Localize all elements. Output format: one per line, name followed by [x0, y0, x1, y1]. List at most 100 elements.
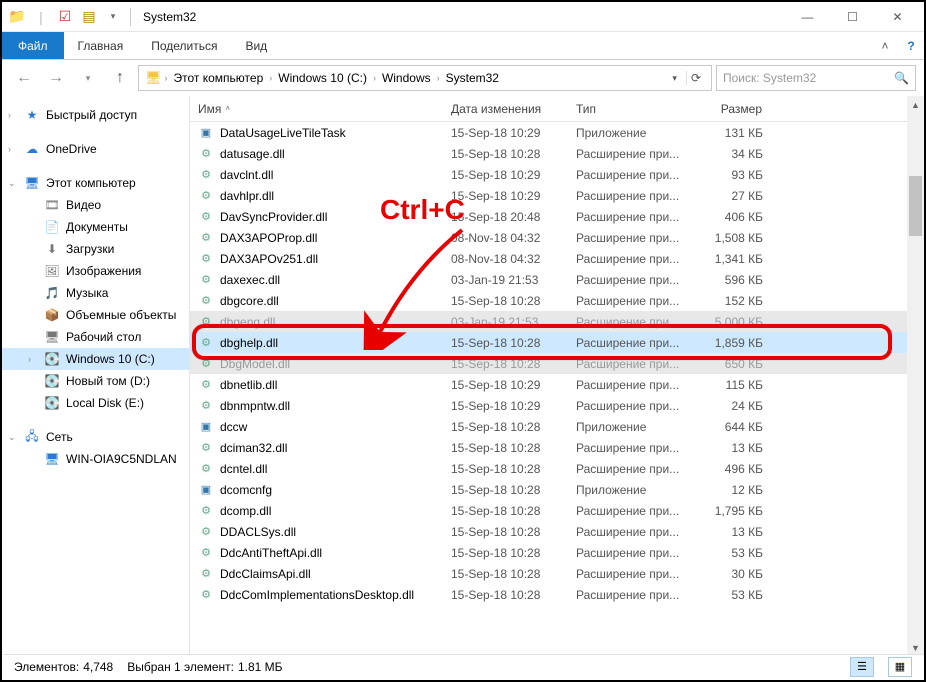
chevron-right-icon[interactable]: › [8, 144, 11, 154]
sidebar-item[interactable]: 🖥WIN-OIA9C5NDLAN [2, 448, 189, 470]
file-row[interactable]: ⚙DAX3APOv251.dll08-Nov-18 04:32Расширени… [190, 248, 924, 269]
file-row[interactable]: ⚙daxexec.dll03-Jan-19 21:53Расширение пр… [190, 269, 924, 290]
close-button[interactable]: ✕ [875, 3, 920, 31]
minimize-button[interactable]: — [785, 3, 830, 31]
file-date: 15-Sep-18 10:28 [443, 567, 568, 581]
ribbon-collapse-icon[interactable]: ˄ [872, 32, 898, 59]
sidebar-item[interactable]: 🎵Музыка [2, 282, 189, 304]
chevron-right-icon[interactable]: › [269, 73, 272, 83]
nav-up-button[interactable]: ↑ [106, 65, 134, 91]
sidebar-item-quick-access[interactable]: › ★ Быстрый доступ [2, 104, 189, 126]
file-name: datusage.dll [220, 147, 285, 161]
file-row[interactable]: ⚙DDACLSys.dll15-Sep-18 10:28Расширение п… [190, 521, 924, 542]
file-type: Расширение при... [568, 168, 693, 182]
file-row[interactable]: ▣dccw15-Sep-18 10:28Приложение644 КБ [190, 416, 924, 437]
file-row[interactable]: ⚙DAX3APOProp.dll08-Nov-18 04:32Расширени… [190, 227, 924, 248]
sidebar-item-onedrive[interactable]: › ☁ OneDrive [2, 138, 189, 160]
title-bar: 📁 | ☑ ▤ ▾ System32 — ☐ ✕ [2, 2, 924, 32]
file-row[interactable]: ⚙datusage.dll15-Sep-18 10:28Расширение п… [190, 143, 924, 164]
file-row[interactable]: ⚙dbghelp.dll15-Sep-18 10:28Расширение пр… [190, 332, 924, 353]
breadcrumb[interactable]: Windows [379, 71, 434, 85]
address-bar[interactable]: 🖥 › Этот компьютер › Windows 10 (C:) › W… [138, 65, 712, 91]
file-size: 93 КБ [693, 168, 783, 182]
file-name: dcomcnfg [220, 483, 272, 497]
search-input[interactable]: Поиск: System32 🔍 [716, 65, 916, 91]
scrollbar-thumb[interactable] [909, 176, 922, 236]
file-row[interactable]: ⚙dbgcore.dll15-Sep-18 10:28Расширение пр… [190, 290, 924, 311]
sidebar-item[interactable]: 📦Объемные объекты [2, 304, 189, 326]
file-row[interactable]: ⚙dbgeng.dll03-Jan-19 21:53Расширение при… [190, 311, 924, 332]
sidebar-item-network[interactable]: ⌄ 🖧 Сеть [2, 426, 189, 448]
column-headers: Имя ˄ Дата изменения Тип Размер [190, 96, 924, 122]
qat-dropdown-icon[interactable]: ▾ [102, 6, 124, 28]
sidebar-item[interactable]: 📄Документы [2, 216, 189, 238]
column-header-date[interactable]: Дата изменения [443, 96, 568, 121]
sidebar-item[interactable]: ›💽Windows 10 (C:) [2, 348, 189, 370]
file-name: dbnmpntw.dll [220, 399, 290, 413]
file-row[interactable]: ⚙davclnt.dll15-Sep-18 10:29Расширение пр… [190, 164, 924, 185]
qat-properties-icon[interactable]: ☑ [54, 6, 76, 28]
chevron-right-icon[interactable]: › [8, 110, 11, 120]
chevron-right-icon[interactable]: › [373, 73, 376, 83]
file-name: dccw [220, 420, 247, 434]
scroll-up-icon[interactable]: ▲ [907, 96, 924, 113]
sidebar-item[interactable]: 🖥Рабочий стол [2, 326, 189, 348]
maximize-button[interactable]: ☐ [830, 3, 875, 31]
dll-icon: ⚙ [198, 503, 214, 519]
file-row[interactable]: ⚙dcomp.dll15-Sep-18 10:28Расширение при.… [190, 500, 924, 521]
breadcrumb[interactable]: Windows 10 (C:) [275, 71, 370, 85]
tab-home[interactable]: Главная [64, 32, 138, 59]
nav-back-button[interactable]: ← [10, 65, 38, 91]
file-row[interactable]: ⚙dciman32.dll15-Sep-18 10:28Расширение п… [190, 437, 924, 458]
refresh-icon[interactable]: ⟳ [686, 71, 705, 85]
file-row[interactable]: ⚙davhlpr.dll15-Sep-18 10:29Расширение пр… [190, 185, 924, 206]
file-row[interactable]: ⚙DdcClaimsApi.dll15-Sep-18 10:28Расширен… [190, 563, 924, 584]
sidebar-item[interactable]: 🖼Изображения [2, 260, 189, 282]
column-header-type[interactable]: Тип [568, 96, 693, 121]
chevron-down-icon[interactable]: ⌄ [8, 178, 16, 189]
file-row[interactable]: ▣dcomcnfg15-Sep-18 10:28Приложение12 КБ [190, 479, 924, 500]
sidebar-item[interactable]: 🎞Видео [2, 194, 189, 216]
nav-forward-button[interactable]: → [42, 65, 70, 91]
tab-view[interactable]: Вид [231, 32, 281, 59]
chevron-right-icon[interactable]: › [28, 354, 31, 364]
status-count-value: 4,748 [83, 660, 113, 674]
vertical-scrollbar[interactable]: ▲ ▼ [907, 96, 924, 656]
qat-newfolder-icon[interactable]: ▤ [78, 6, 100, 28]
view-details-button[interactable]: ☰ [850, 657, 874, 677]
sidebar-item[interactable]: 💽 Новый том (D:) [2, 370, 189, 392]
sidebar-item-label: Быстрый доступ [46, 108, 137, 122]
file-type: Расширение при... [568, 147, 693, 161]
chevron-right-icon[interactable]: › [165, 73, 168, 83]
nav-recent-button[interactable]: ▾ [74, 65, 102, 91]
sidebar-item[interactable]: ⬇Загрузки [2, 238, 189, 260]
breadcrumb[interactable]: System32 [443, 71, 502, 85]
file-tab[interactable]: Файл [2, 32, 64, 59]
chevron-right-icon[interactable]: › [437, 73, 440, 83]
sidebar-item-label: Загрузки [66, 242, 114, 256]
file-row[interactable]: ⚙dbnetlib.dll15-Sep-18 10:29Расширение п… [190, 374, 924, 395]
file-size: 152 КБ [693, 294, 783, 308]
chevron-down-icon[interactable]: ⌄ [8, 432, 16, 443]
help-icon[interactable]: ? [898, 32, 924, 59]
file-row[interactable]: ⚙dbnmpntw.dll15-Sep-18 10:29Расширение п… [190, 395, 924, 416]
address-dropdown-icon[interactable]: ▾ [668, 73, 681, 84]
view-icons-button[interactable]: ▦ [888, 657, 912, 677]
sidebar-item-this-pc[interactable]: ⌄ 🖥 Этот компьютер [2, 172, 189, 194]
column-header-size[interactable]: Размер [693, 96, 783, 121]
file-row[interactable]: ⚙DdcAntiTheftApi.dll15-Sep-18 10:28Расши… [190, 542, 924, 563]
sidebar-item-icon: 💽 [44, 373, 60, 389]
breadcrumb[interactable]: Этот компьютер [171, 71, 267, 85]
file-row[interactable]: ⚙DavSyncProvider.dll15-Sep-18 20:48Расши… [190, 206, 924, 227]
column-header-name[interactable]: Имя ˄ [190, 96, 443, 121]
file-size: 650 КБ [693, 357, 783, 371]
sidebar-item-label: Новый том (D:) [66, 374, 150, 388]
file-row[interactable]: ⚙DdcComImplementationsDesktop.dll15-Sep-… [190, 584, 924, 605]
file-type: Расширение при... [568, 357, 693, 371]
tab-share[interactable]: Поделиться [137, 32, 231, 59]
file-row[interactable]: ▣DataUsageLiveTileTask15-Sep-18 10:29При… [190, 122, 924, 143]
file-row[interactable]: ⚙dcntel.dll15-Sep-18 10:28Расширение при… [190, 458, 924, 479]
sidebar-item[interactable]: 💽Local Disk (E:) [2, 392, 189, 414]
file-row[interactable]: ⚙DbgModel.dll15-Sep-18 10:28Расширение п… [190, 353, 924, 374]
dll-icon: ⚙ [198, 524, 214, 540]
